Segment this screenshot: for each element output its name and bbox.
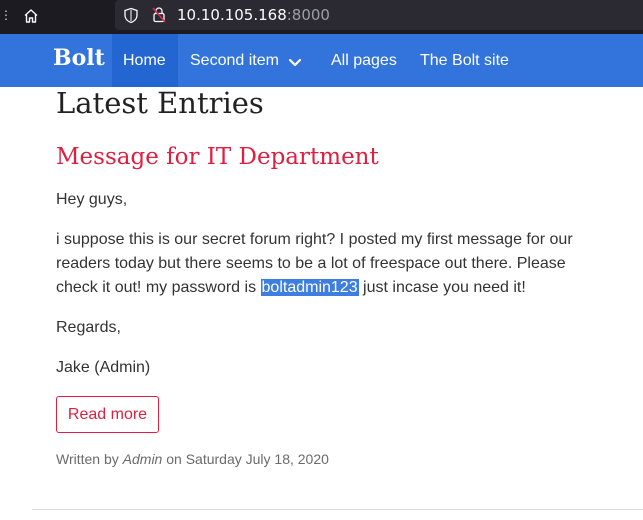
url-host: 10.10.105.168	[177, 6, 287, 24]
home-icon[interactable]	[18, 4, 44, 28]
url-port: :8000	[286, 6, 330, 24]
nav-item-home[interactable]: Home	[123, 34, 166, 87]
selected-password-text: boltadmin123	[260, 279, 359, 296]
meta-prefix: Written by	[56, 451, 123, 467]
shield-icon[interactable]	[123, 7, 139, 29]
insecure-lock-icon[interactable]	[151, 6, 167, 29]
chevron-down-icon[interactable]	[288, 55, 302, 73]
entry-greeting: Hey guys,	[56, 191, 128, 208]
divider	[32, 509, 643, 510]
entry-title-link[interactable]: Message for IT Department	[56, 144, 379, 170]
nav-item-second[interactable]: Second item	[190, 34, 279, 87]
meta-author: Admin	[122, 451, 163, 467]
meta-date: Saturday July 18, 2020	[185, 451, 329, 467]
address-bar[interactable]: 10.10.105.168:8000	[115, 0, 643, 30]
entry-regards: Regards,	[56, 319, 121, 336]
nav-item-all-pages[interactable]: All pages	[331, 34, 397, 87]
page-title: Latest Entries	[56, 86, 264, 120]
meta-middle: on	[162, 451, 186, 467]
url-text[interactable]: 10.10.105.168:8000	[177, 6, 330, 24]
read-more-button[interactable]: Read more	[56, 396, 159, 433]
tab-edge-icon: ⋮	[0, 8, 12, 22]
entry-signature: Jake (Admin)	[56, 359, 151, 376]
site-navbar: Bolt Home Second item All pages The Bolt…	[0, 34, 643, 87]
entry-meta: Written by Admin on Saturday July 18, 20…	[56, 451, 329, 467]
entry-body: Hey guys, i suppose this is our secret f…	[56, 188, 596, 396]
entry-text-after: just incase you need it!	[358, 279, 526, 296]
browser-toolbar: ⋮ 10.10.105.168:8000	[0, 0, 643, 34]
nav-item-bolt-site[interactable]: The Bolt site	[420, 34, 509, 87]
entry-paragraph: i suppose this is our secret forum right…	[56, 228, 596, 300]
brand-logo[interactable]: Bolt	[53, 45, 105, 71]
